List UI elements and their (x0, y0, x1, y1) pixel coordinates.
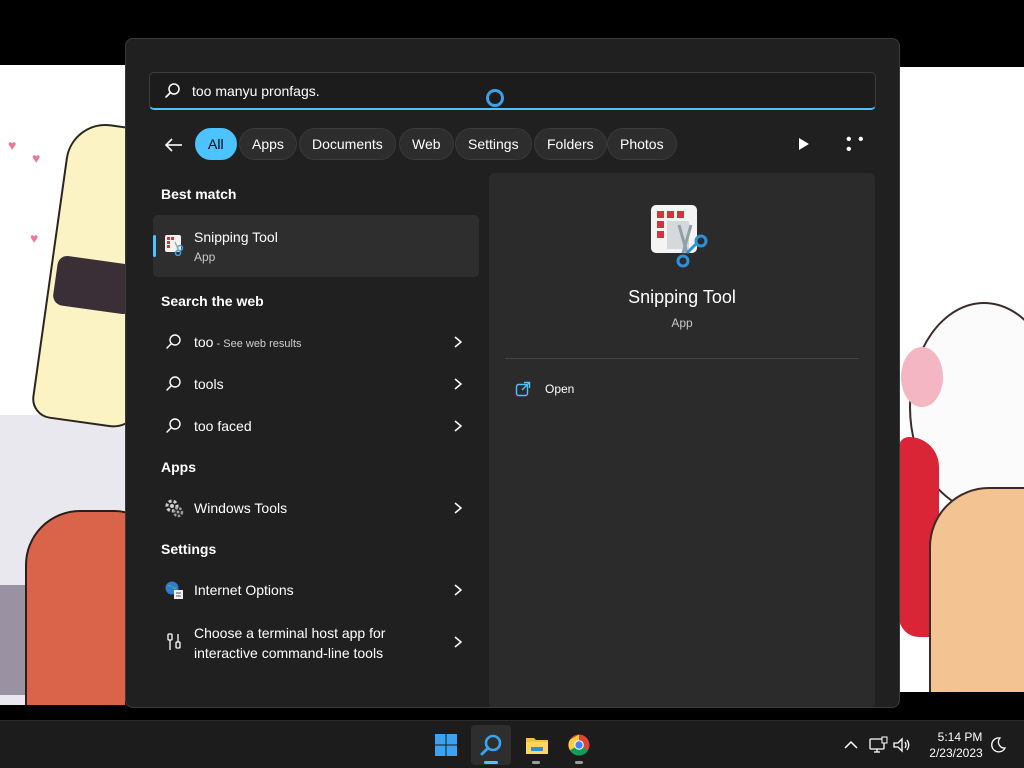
chevron-right-icon (454, 584, 463, 596)
app-result-label: Windows Tools (194, 500, 288, 516)
search-icon (165, 83, 180, 98)
play-icon[interactable] (794, 135, 812, 153)
clock-time[interactable]: 5:14 PM (930, 730, 990, 744)
setting-result-label: Choose a terminal host app for interacti… (194, 625, 386, 661)
web-result-label: too (194, 334, 214, 350)
preview-app-type: App (671, 316, 693, 330)
best-match-snipping-tool[interactable]: Snipping Tool App (153, 215, 479, 277)
result-preview-pane: Snipping Tool App Open (489, 173, 875, 707)
web-result-tools[interactable]: tools (153, 365, 479, 403)
best-match-name: Snipping Tool (194, 229, 278, 245)
divider (505, 358, 859, 359)
apps-heading: Apps (161, 459, 196, 475)
web-result-too[interactable]: too - See web results (153, 323, 479, 361)
chevron-right-icon (454, 378, 463, 390)
terminal-settings-icon (167, 633, 181, 650)
filter-settings[interactable]: Settings (455, 128, 532, 160)
open-external-icon (515, 381, 531, 397)
web-result-label: tools (194, 376, 224, 392)
windows-tools-icon (165, 499, 184, 518)
filter-web[interactable]: Web (399, 128, 454, 160)
internet-options-icon (165, 581, 183, 599)
filter-apps[interactable]: Apps (239, 128, 297, 160)
search-web-heading: Search the web (161, 293, 264, 309)
volume-icon[interactable] (892, 735, 912, 755)
best-match-heading: Best match (161, 186, 237, 202)
open-action-label: Open (545, 382, 575, 396)
running-indicator (532, 761, 540, 764)
active-indicator (484, 761, 498, 764)
taskbar-chrome-button[interactable] (559, 725, 599, 765)
web-result-label: too faced (194, 418, 252, 434)
best-match-type: App (194, 250, 216, 264)
back-arrow-icon[interactable] (162, 133, 186, 157)
filter-folders[interactable]: Folders (534, 128, 607, 160)
chevron-up-icon[interactable] (841, 735, 861, 755)
loading-spinner-icon (486, 89, 504, 107)
app-result-windows-tools[interactable]: Windows Tools (153, 489, 479, 527)
moon-icon[interactable] (988, 735, 1008, 755)
search-icon (166, 376, 181, 391)
windows-start-icon (435, 734, 457, 756)
chevron-right-icon (454, 336, 463, 348)
desktop-wallpaper-right (899, 67, 1024, 692)
chrome-icon (568, 734, 590, 756)
search-icon (166, 334, 181, 349)
chevron-right-icon (454, 420, 463, 432)
running-indicator (575, 761, 583, 764)
settings-heading: Settings (161, 541, 217, 557)
preview-app-name: Snipping Tool (628, 287, 736, 307)
search-input[interactable] (192, 79, 832, 103)
desktop-wallpaper-left: ♥ ♥ ♥ (0, 65, 125, 705)
filter-documents[interactable]: Documents (299, 128, 396, 160)
clock-date[interactable]: 2/23/2023 (922, 746, 990, 760)
more-options-icon[interactable]: • • • (846, 132, 870, 158)
web-result-hint: - See web results (213, 338, 302, 350)
search-icon (480, 734, 502, 756)
search-box[interactable] (149, 72, 876, 110)
start-search-panel: All Apps Documents Web Settings Folders … (125, 38, 900, 708)
filter-all[interactable]: All (195, 128, 237, 160)
setting-result-terminal-host[interactable]: Choose a terminal host app for interacti… (153, 617, 479, 667)
taskbar-start-button[interactable] (426, 725, 466, 765)
setting-result-internet-options[interactable]: Internet Options (153, 571, 479, 609)
selection-indicator (153, 235, 156, 257)
display-icon[interactable] (868, 735, 888, 755)
search-icon (166, 418, 181, 433)
folder-icon (526, 738, 548, 754)
taskbar: 5:14 PM 2/23/2023 (0, 720, 1024, 768)
setting-result-label: Internet Options (194, 582, 294, 598)
chevron-right-icon (454, 636, 463, 648)
web-result-too-faced[interactable]: too faced (153, 407, 479, 445)
snipping-tool-icon (165, 235, 184, 256)
taskbar-file-explorer-button[interactable] (516, 725, 556, 765)
snipping-tool-icon (651, 205, 708, 268)
taskbar-search-button[interactable] (471, 725, 511, 765)
filter-photos[interactable]: Photos (607, 128, 677, 160)
chevron-right-icon (454, 502, 463, 514)
